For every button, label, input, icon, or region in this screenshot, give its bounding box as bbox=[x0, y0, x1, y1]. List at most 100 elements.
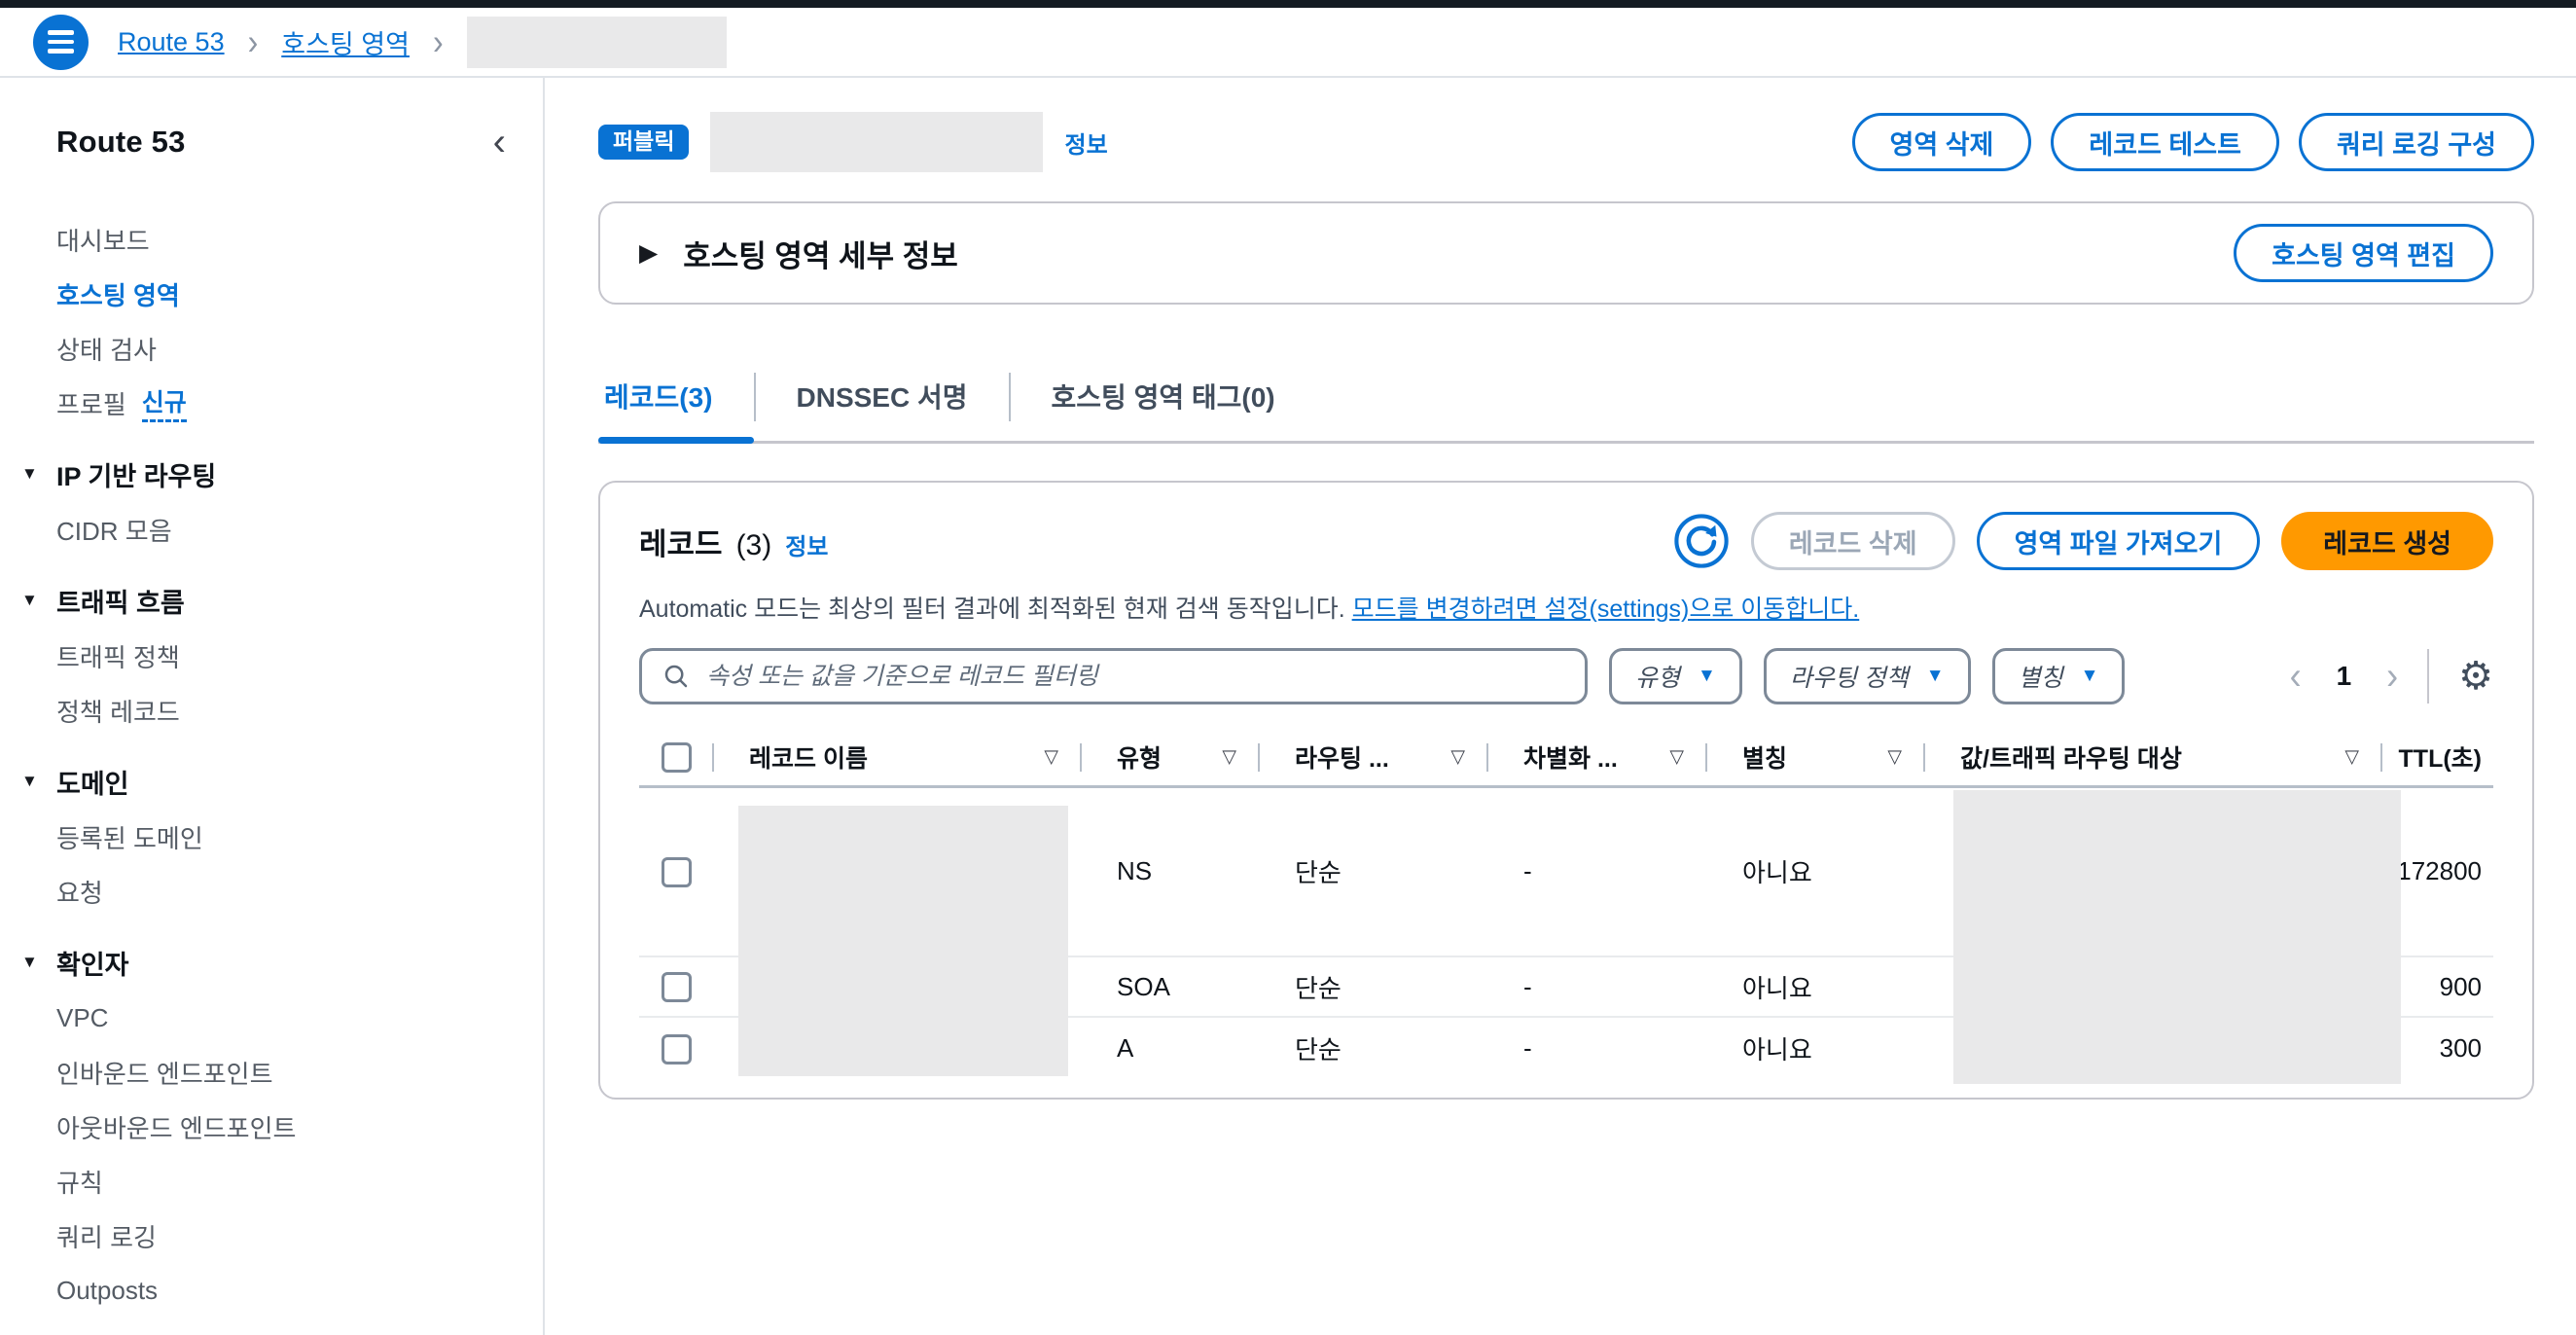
records-panel: 레코드 (3) 정보 레코드 삭제 영역 파일 bbox=[598, 481, 2534, 1100]
column-label: 별칭 bbox=[1742, 745, 1787, 773]
sidebar-item-health-checks[interactable]: 상태 검사 bbox=[56, 321, 516, 376]
sidebar-item-outposts[interactable]: Outposts bbox=[56, 1263, 516, 1317]
filter-type-dropdown[interactable]: 유형 ▼ bbox=[1609, 648, 1742, 704]
sidebar-item-outbound-endpoints[interactable]: 아웃바운드 엔드포인트 bbox=[56, 1100, 516, 1154]
record-filter-input[interactable] bbox=[704, 662, 1565, 692]
sidebar-section-traffic-flow[interactable]: ▼ 트래픽 흐름 bbox=[21, 572, 516, 629]
breadcrumb-route53-link[interactable]: Route 53 bbox=[118, 27, 225, 57]
cell-differentiator: - bbox=[1488, 786, 1707, 956]
column-label: TTL(초) bbox=[2399, 745, 2482, 773]
pagination: ‹ 1 › bbox=[2290, 659, 2399, 694]
select-all-checkbox[interactable] bbox=[662, 742, 692, 773]
sidebar-item-requests[interactable]: 요청 bbox=[56, 864, 516, 919]
search-icon bbox=[662, 662, 691, 691]
sidebar-section-label: 트래픽 흐름 bbox=[56, 582, 185, 620]
sidebar: Route 53 ‹ 대시보드 호스팅 영역 상태 검사 프로필 신규 ▼ IP… bbox=[0, 78, 545, 1335]
sidebar-item-cidr-collections[interactable]: CIDR 모음 bbox=[56, 502, 516, 557]
tab-hosted-zone-tags[interactable]: 호스팅 영역 태그(0) bbox=[1011, 355, 1316, 441]
dropdown-label: 라우팅 정책 bbox=[1790, 659, 1909, 694]
refresh-button[interactable] bbox=[1673, 513, 1730, 569]
column-value[interactable]: 값/트래픽 라우팅 대상 ▽ bbox=[1925, 730, 2382, 786]
menu-button[interactable] bbox=[33, 15, 89, 70]
sidebar-section-resolver[interactable]: ▼ 확인자 bbox=[21, 934, 516, 991]
delete-record-button[interactable]: 레코드 삭제 bbox=[1751, 512, 1955, 570]
column-ttl[interactable]: TTL(초) bbox=[2382, 730, 2493, 786]
column-routing[interactable]: 라우팅 ... ▽ bbox=[1260, 730, 1488, 786]
row-checkbox[interactable] bbox=[662, 972, 692, 1002]
chevron-right-icon: › bbox=[433, 24, 444, 60]
triangle-down-icon: ▼ bbox=[21, 591, 56, 610]
row-checkbox[interactable] bbox=[662, 857, 692, 887]
route53-console: Route 53 › 호스팅 영역 › Route 53 ‹ 대시보드 호스팅 … bbox=[0, 0, 2576, 1335]
sidebar-item-registered-domains[interactable]: 등록된 도메인 bbox=[56, 810, 516, 864]
breadcrumb-bar: Route 53 › 호스팅 영역 › bbox=[0, 8, 2576, 78]
next-page-button[interactable]: › bbox=[2386, 657, 2398, 696]
sidebar-item-traffic-policies[interactable]: 트래픽 정책 bbox=[56, 629, 516, 683]
filter-routing-policy-dropdown[interactable]: 라우팅 정책 ▼ bbox=[1764, 648, 1971, 704]
cell-alias: 아니요 bbox=[1707, 786, 1925, 956]
cell-differentiator: - bbox=[1488, 956, 1707, 1017]
sidebar-item-label: 프로필 bbox=[56, 385, 126, 421]
sidebar-section-ip-based-routing[interactable]: ▼ IP 기반 라우팅 bbox=[21, 446, 516, 502]
row-checkbox[interactable] bbox=[662, 1034, 692, 1064]
delete-zone-button[interactable]: 영역 삭제 bbox=[1852, 113, 2032, 171]
table-header-row: 레코드 이름 ▽ 유형 ▽ 라우팅 ... ▽ bbox=[639, 730, 2493, 786]
sort-icon[interactable]: ▽ bbox=[2344, 746, 2359, 769]
cell-routing: 단순 bbox=[1260, 1017, 1488, 1079]
sidebar-item-inbound-endpoints[interactable]: 인바운드 엔드포인트 bbox=[56, 1045, 516, 1100]
sidebar-title: Route 53 bbox=[56, 125, 186, 160]
column-label: 레코드 이름 bbox=[749, 745, 868, 773]
breadcrumb-hosted-zones-link[interactable]: 호스팅 영역 bbox=[281, 23, 410, 61]
prev-page-button[interactable]: ‹ bbox=[2290, 657, 2302, 696]
create-record-button[interactable]: 레코드 생성 bbox=[2281, 512, 2493, 570]
details-expander[interactable]: ▶ 호스팅 영역 세부 정보 bbox=[639, 232, 958, 275]
triangle-down-icon: ▼ bbox=[21, 953, 56, 972]
sort-icon[interactable]: ▽ bbox=[1669, 746, 1684, 769]
settings-gear-button[interactable]: ⚙ bbox=[2458, 657, 2493, 696]
column-type[interactable]: 유형 ▽ bbox=[1082, 730, 1260, 786]
current-page[interactable]: 1 bbox=[2337, 661, 2352, 692]
cell-differentiator: - bbox=[1488, 1017, 1707, 1079]
chevron-down-icon: ▼ bbox=[2081, 666, 2099, 687]
column-label: 차별화 ... bbox=[1523, 745, 1618, 773]
sidebar-collapse-button[interactable]: ‹ bbox=[483, 123, 516, 162]
sidebar-item-vpc[interactable]: VPC bbox=[56, 991, 516, 1045]
column-alias[interactable]: 별칭 ▽ bbox=[1707, 730, 1925, 786]
record-filter-searchbox[interactable] bbox=[639, 648, 1588, 704]
zone-header: 퍼블릭 정보 영역 삭제 레코드 테스트 쿼리 로깅 구성 bbox=[598, 110, 2534, 174]
sidebar-section-label: 도메인 bbox=[56, 763, 129, 801]
tab-dnssec-signing[interactable]: DNSSEC 서명 bbox=[756, 355, 1009, 441]
edit-hosted-zone-button[interactable]: 호스팅 영역 편집 bbox=[2234, 224, 2493, 282]
refresh-icon bbox=[1673, 513, 1730, 569]
redacted-zone-title bbox=[710, 112, 1043, 172]
column-record-name[interactable]: 레코드 이름 ▽ bbox=[714, 730, 1082, 786]
sidebar-item-profiles[interactable]: 프로필 신규 bbox=[56, 376, 516, 430]
configure-query-logging-button[interactable]: 쿼리 로깅 구성 bbox=[2299, 113, 2534, 171]
sort-icon[interactable]: ▽ bbox=[1450, 746, 1465, 769]
import-zone-file-button[interactable]: 영역 파일 가져오기 bbox=[1977, 512, 2261, 570]
column-differentiator[interactable]: 차별화 ... ▽ bbox=[1488, 730, 1707, 786]
sidebar-item-query-logging[interactable]: 쿼리 로깅 bbox=[56, 1209, 516, 1263]
dropdown-label: 별칭 bbox=[2019, 659, 2063, 694]
sidebar-item-policy-records[interactable]: 정책 레코드 bbox=[56, 683, 516, 738]
records-info-link[interactable]: 정보 bbox=[785, 527, 828, 561]
cell-type: SOA bbox=[1082, 956, 1260, 1017]
sort-icon[interactable]: ▽ bbox=[1044, 746, 1058, 769]
main-content: 퍼블릭 정보 영역 삭제 레코드 테스트 쿼리 로깅 구성 ▶ 호스팅 영역 세… bbox=[545, 78, 2576, 1335]
sidebar-item-rules[interactable]: 규칙 bbox=[56, 1154, 516, 1209]
tab-records[interactable]: 레코드(3) bbox=[598, 355, 754, 441]
zone-info-link[interactable]: 정보 bbox=[1064, 126, 1107, 160]
sidebar-item-dashboard[interactable]: 대시보드 bbox=[56, 212, 516, 267]
filter-alias-dropdown[interactable]: 별칭 ▼ bbox=[1992, 648, 2126, 704]
description-text: Automatic 모드는 최상의 필터 결과에 최적화된 현재 검색 동작입니… bbox=[639, 595, 1345, 623]
cell-type: A bbox=[1082, 1017, 1260, 1079]
chevron-right-icon: › bbox=[248, 24, 259, 60]
test-record-button[interactable]: 레코드 테스트 bbox=[2051, 113, 2279, 171]
sidebar-item-hosted-zones[interactable]: 호스팅 영역 bbox=[56, 267, 516, 321]
sort-icon[interactable]: ▽ bbox=[1222, 746, 1236, 769]
chevron-down-icon: ▼ bbox=[1698, 666, 1716, 687]
records-count: (3) bbox=[736, 529, 772, 562]
sort-icon[interactable]: ▽ bbox=[1887, 746, 1902, 769]
sidebar-section-domains[interactable]: ▼ 도메인 bbox=[21, 753, 516, 810]
settings-link[interactable]: 모드를 변경하려면 설정(settings)으로 이동합니다. bbox=[1352, 595, 1860, 623]
